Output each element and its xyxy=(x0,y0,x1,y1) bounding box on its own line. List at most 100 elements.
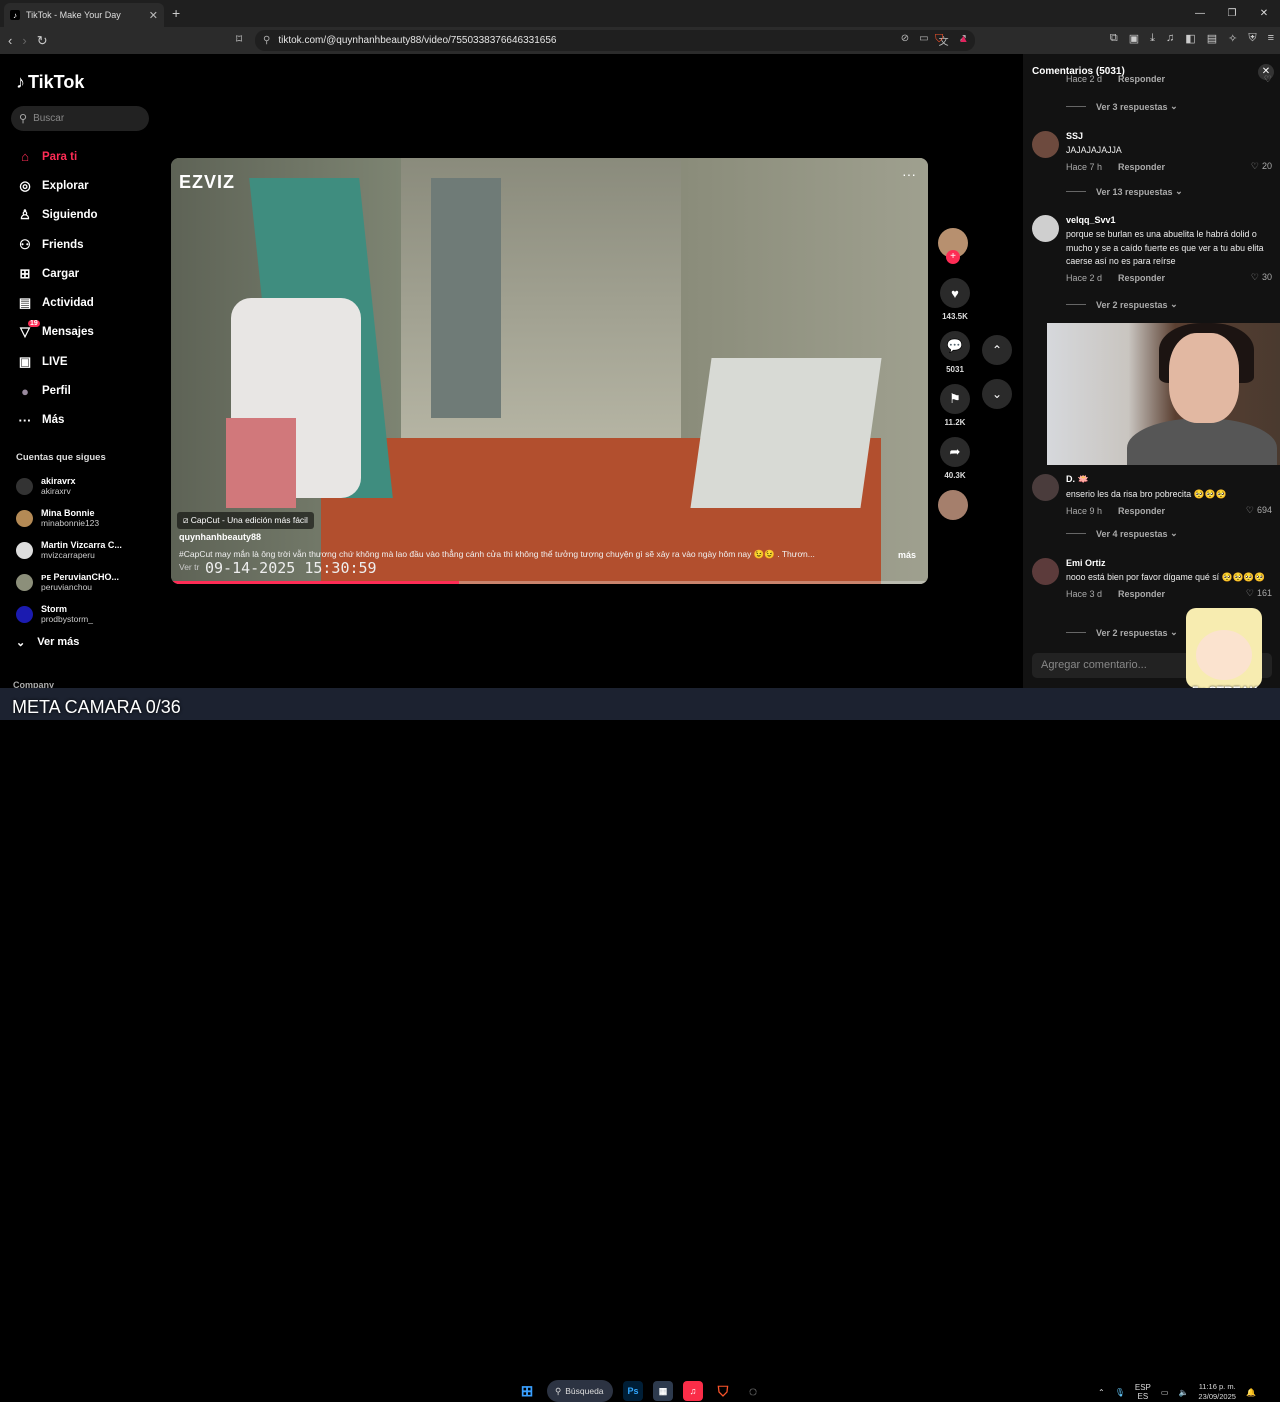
like-button[interactable]: ♥ 143.5K xyxy=(938,278,972,321)
brave-browser-icon[interactable]: ⛉ xyxy=(713,1381,733,1401)
url-field[interactable]: ⚲ tiktok.com/@quynhanhbeauty88/video/755… xyxy=(255,30,975,51)
tab-close-icon[interactable]: ✕ xyxy=(149,9,158,22)
tray-overflow-icon[interactable]: ⌃ xyxy=(1098,1388,1105,1397)
view-replies-button[interactable]: Ver 13 respuestas ⌄ xyxy=(1066,186,1183,197)
like-comment-button[interactable]: ♡ 30 xyxy=(1251,272,1272,283)
comment-author[interactable]: Emi Ortiz xyxy=(1066,558,1272,568)
windows-start-icon[interactable]: ⊞ xyxy=(517,1381,537,1401)
brave-shield-icon[interactable]: ⛉ xyxy=(935,33,943,46)
search-input[interactable]: ⚲ Buscar xyxy=(11,106,149,131)
menu-item-actividad[interactable]: ▤ Actividad xyxy=(16,288,98,317)
tiktok-logo[interactable]: ♪ TikTok xyxy=(16,72,84,93)
menu-item-cargar[interactable]: ⊞ Cargar xyxy=(16,259,98,288)
view-replies-button[interactable]: Ver 2 respuestas ⌄ xyxy=(1066,627,1178,638)
store-icon[interactable]: ▦ xyxy=(653,1381,673,1401)
taskbar-clock[interactable]: 11:16 p. m. 23/09/2025 xyxy=(1198,1382,1236,1402)
bookmark-icon[interactable]: ⌑ xyxy=(236,32,242,46)
menu-item-friends[interactable]: ⚇ Friends xyxy=(16,230,98,259)
avatar[interactable] xyxy=(1032,474,1059,501)
description-more-button[interactable]: más xyxy=(898,550,916,560)
avatar[interactable] xyxy=(1032,131,1059,158)
site-info-icon[interactable]: ⚲ xyxy=(263,35,270,46)
menu-item-mas[interactable]: ··· Más xyxy=(16,406,98,435)
comment-item: D. 🪷 enserio les da risa bro pobrecita 🥺🥺… xyxy=(1032,474,1272,518)
capcut-tag[interactable]: ⧄ CapCut - Una edición más fácil xyxy=(177,512,314,529)
taskbar-search[interactable]: ⚲ Búsqueda xyxy=(547,1380,613,1402)
reply-button[interactable]: Responder xyxy=(1118,74,1165,84)
view-replies-button[interactable]: Ver 3 respuestas ⌄ xyxy=(1066,101,1178,112)
brave-rewards-icon[interactable]: ▲ xyxy=(958,33,969,45)
wallet-icon[interactable]: ▤ xyxy=(1207,32,1217,45)
notification-icon[interactable]: 🔔 xyxy=(1246,1388,1256,1397)
reply-button[interactable]: Responder xyxy=(1118,162,1165,172)
network-icon[interactable]: ▭ xyxy=(1161,1388,1169,1397)
comment-button[interactable]: 💬 5031 xyxy=(938,331,972,374)
volume-icon[interactable]: 🔈 xyxy=(1178,1388,1188,1397)
avatar[interactable] xyxy=(1032,215,1059,242)
next-video-button[interactable]: ⌄ xyxy=(982,379,1012,409)
share-button[interactable]: ➦ 40.3K xyxy=(938,437,972,480)
browser-tab[interactable]: ♪ TikTok - Make Your Day ✕ xyxy=(4,3,164,27)
sidebar-toggle-icon[interactable]: ◧ xyxy=(1185,32,1195,45)
new-tab-button[interactable]: + xyxy=(172,5,180,21)
video-progress-bar[interactable] xyxy=(171,581,928,584)
media-icon[interactable]: ♫ xyxy=(1166,32,1174,45)
leo-ai-icon[interactable]: ✧ xyxy=(1228,32,1237,45)
view-replies-button[interactable]: Ver 4 respuestas ⌄ xyxy=(1066,528,1178,539)
follow-plus-icon[interactable]: + xyxy=(946,250,960,264)
avatar[interactable] xyxy=(1032,558,1059,585)
like-comment-button[interactable]: ♡ 20 xyxy=(1251,161,1272,172)
save-button[interactable]: ⚑ 11.2K xyxy=(938,384,972,427)
microphone-icon[interactable]: 🎙 xyxy=(1115,1388,1125,1397)
video-options-icon[interactable]: ··· xyxy=(902,166,916,182)
close-window-button[interactable]: ✕ xyxy=(1248,0,1280,27)
maximize-button[interactable]: ❐ xyxy=(1216,0,1248,27)
heart-outline-icon[interactable]: ♡ xyxy=(1264,74,1272,85)
download-icon[interactable]: ⤓ xyxy=(1150,32,1155,45)
see-translation-link[interactable]: Ver tr xyxy=(179,562,199,572)
forward-icon[interactable]: › xyxy=(22,33,26,49)
menu-item-perfil[interactable]: ● Perfil xyxy=(16,376,98,405)
capcut-label: CapCut - Una edición más fácil xyxy=(190,515,308,525)
language-indicator[interactable]: ESP ES xyxy=(1135,1383,1151,1401)
comment-author[interactable]: velqq_Svv1 xyxy=(1066,215,1272,225)
photoshop-icon[interactable]: Ps xyxy=(623,1381,643,1401)
reply-button[interactable]: Responder xyxy=(1118,506,1165,516)
menu-item-live[interactable]: ▣ LIVE xyxy=(16,347,98,376)
menu-item-siguiendo[interactable]: ♙ Siguiendo xyxy=(16,201,97,230)
no-tracking-icon[interactable]: ⊘ xyxy=(901,33,909,48)
cast-icon[interactable]: ▭ xyxy=(919,33,928,48)
screenshot-icon[interactable]: ▣ xyxy=(1129,32,1139,45)
vpn-icon[interactable]: ⛨ xyxy=(1248,32,1256,45)
video-player[interactable]: EZVIZ ··· ⧄ CapCut - Una edición más fác… xyxy=(171,158,928,584)
following-item[interactable]: Storm prodbystorm_ xyxy=(16,598,122,630)
like-comment-button[interactable]: ♡ 694 xyxy=(1246,505,1272,516)
see-more-button[interactable]: ⌄ Ver más xyxy=(16,636,79,649)
following-item[interactable]: Martin Vizcarra C... mvizcarraperu xyxy=(16,534,122,566)
following-item[interactable]: ᴘᴇ PeruvianCHO... peruvianchou xyxy=(16,566,122,598)
creator-avatar[interactable]: + xyxy=(938,228,968,264)
reload-icon[interactable]: ↻ xyxy=(37,33,48,49)
menu-item-explorar[interactable]: ◎ Explorar xyxy=(16,171,98,200)
music-app-icon[interactable]: ♫ xyxy=(683,1381,703,1401)
menu-icon[interactable]: ≡ xyxy=(1268,32,1274,45)
obs-icon[interactable]: ◌ xyxy=(743,1381,763,1401)
menu-item-mensajes[interactable]: ▽ 19 Mensajes xyxy=(16,318,98,347)
video-frame-corrugated-cover xyxy=(690,358,882,508)
comment-author[interactable]: SSJ xyxy=(1066,131,1272,141)
back-icon[interactable]: ‹ xyxy=(8,33,12,49)
following-item[interactable]: akiravrx akiraxrv xyxy=(16,470,122,502)
sound-avatar[interactable] xyxy=(938,490,968,520)
like-comment-button[interactable]: ♡ 161 xyxy=(1246,588,1272,599)
comment-author[interactable]: D. 🪷 xyxy=(1066,474,1272,485)
video-username[interactable]: quynhanhbeauty88 xyxy=(179,532,261,542)
previous-video-button[interactable]: ⌃ xyxy=(982,335,1012,365)
clock-date: 23/09/2025 xyxy=(1198,1392,1236,1401)
reply-button[interactable]: Responder xyxy=(1118,589,1165,599)
reply-button[interactable]: Responder xyxy=(1118,273,1165,283)
minimize-button[interactable]: — xyxy=(1184,0,1216,27)
menu-item-para-ti[interactable]: ⌂ Para ti xyxy=(16,142,98,171)
view-replies-button[interactable]: Ver 2 respuestas ⌄ xyxy=(1066,299,1178,310)
following-item[interactable]: Mina Bonnie minabonnie123 xyxy=(16,502,122,534)
extensions-icon[interactable]: ⧉ xyxy=(1110,32,1118,45)
